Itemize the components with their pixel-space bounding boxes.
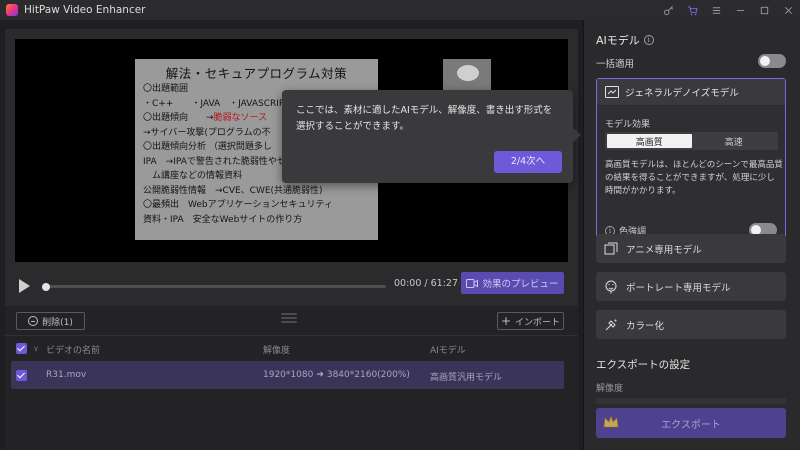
export-settings-title: エクスポートの設定 — [596, 359, 691, 371]
row-checkbox[interactable] — [16, 370, 27, 381]
play-icon[interactable] — [19, 279, 30, 293]
info-icon[interactable]: i — [643, 35, 654, 45]
list-header: ∨ ビデオの名前 解像度 AIモデル — [5, 338, 578, 360]
delete-button[interactable]: 削除(1) — [16, 312, 85, 330]
file-model: 高画質汎用モデル — [430, 373, 503, 383]
minus-circle-icon — [28, 316, 39, 326]
title-bar: HitPaw Video Enhancer — [0, 0, 800, 20]
slide-title: 解法・セキュアプログラム対策 — [165, 66, 348, 81]
crown-icon — [603, 415, 619, 428]
target-resolution: 3840*2160(200%) — [326, 370, 410, 380]
portrait-icon — [605, 280, 617, 293]
arrow-right-icon: ➜ — [316, 370, 324, 380]
plus-icon: + — [500, 314, 512, 328]
option-fast[interactable]: 高速 — [692, 134, 777, 148]
model-effect-label: モデル効果 — [605, 120, 651, 130]
close-icon[interactable] — [776, 0, 800, 20]
batch-apply-label: 一括適用 — [596, 59, 635, 70]
colorize-icon — [605, 319, 617, 330]
portrait-model-label: ポートレート専用モデル — [626, 282, 731, 294]
chevron-down-icon[interactable]: ∨ — [33, 344, 39, 353]
header-ai-model: AIモデル — [430, 346, 466, 356]
main-area: 解法・セキュアプログラム対策 〇出題範囲 ・C++ ・JAVA ・JAVASCR… — [0, 20, 583, 450]
slide-line: 公開脆弱性情報 →CVE、CWE(共通脆弱性) — [143, 185, 323, 196]
ai-model-heading: AIモデル i — [596, 32, 654, 48]
source-resolution: 1920*1080 — [263, 370, 314, 380]
export-resolution-label: 解像度 — [596, 384, 624, 394]
key-icon[interactable] — [656, 0, 680, 20]
tooltip-next-button[interactable]: 2/4次へ — [494, 151, 562, 173]
model-card-title: ジェネラルデノイズモデル — [625, 88, 739, 99]
video-camera-icon — [466, 278, 479, 288]
file-resolution: 1920*1080 ➜ 3840*2160(200%) — [263, 370, 410, 380]
menu-icon[interactable] — [704, 0, 728, 20]
effect-preview-label: 効果のプレビュー — [482, 279, 559, 290]
minimize-icon[interactable] — [728, 0, 752, 20]
app-logo — [6, 4, 18, 16]
file-list-panel: 削除(1) + インポート ∨ ビデオの名前 解像度 AIモデル R31.mov… — [5, 306, 578, 450]
header-name: ビデオの名前 — [46, 346, 101, 356]
export-button[interactable]: エクスポート — [596, 408, 786, 438]
window-controls — [656, 0, 800, 20]
export-resolution-select[interactable] — [596, 398, 786, 404]
anime-model-label: アニメ専用モデル — [626, 244, 702, 256]
slide-line-prefix: 〇出題傾向 → — [143, 113, 214, 123]
select-all-checkbox[interactable] — [16, 343, 27, 354]
time-display: 00:00 / 61:27 — [394, 278, 458, 289]
tooltip-text: ここでは、素材に適したAIモデル、解像度、書き出す形式を選択することができます。 — [296, 105, 553, 132]
effect-preview-button[interactable]: 効果のプレビュー — [461, 272, 564, 294]
colorize-model-button[interactable]: カラー化 — [596, 310, 786, 339]
export-label: エクスポート — [661, 419, 721, 431]
seek-knob[interactable] — [42, 282, 50, 291]
slide-line: 〇最頻出 Webアプリケーションセキュリティ — [143, 200, 333, 210]
drag-handle-icon[interactable] — [281, 313, 297, 327]
model-card-header[interactable]: ジェネラルデノイズモデル — [597, 79, 785, 106]
slide-line: 資料・IPA 安全なWebサイトの作り方 — [143, 214, 303, 225]
maximize-icon[interactable] — [752, 0, 776, 20]
cart-icon[interactable] — [680, 0, 704, 20]
colorize-model-label: カラー化 — [626, 320, 665, 332]
seek-bar[interactable] — [42, 285, 386, 288]
anime-model-button[interactable]: アニメ専用モデル — [596, 234, 786, 263]
app-title: HitPaw Video Enhancer — [24, 4, 146, 16]
denoise-model-icon — [605, 86, 619, 98]
portrait-model-button[interactable]: ポートレート専用モデル — [596, 272, 786, 301]
model-effect-selector: 高画質 高速 — [605, 132, 778, 150]
import-label: インポート — [515, 317, 561, 328]
header-resolution: 解像度 — [263, 346, 291, 356]
slide-line-red: 脆弱なソース — [213, 113, 268, 123]
batch-apply-toggle[interactable] — [758, 54, 786, 68]
general-denoise-model-card[interactable]: ジェネラルデノイズモデル モデル効果 高画質 高速 高画質モデルは、ほとんどのシ… — [596, 78, 786, 242]
playback-controls: 00:00 / 61:27 効果のプレビュー — [5, 265, 578, 305]
table-row[interactable]: R31.mov 1920*1080 ➜ 3840*2160(200%) 高画質汎用モ… — [11, 361, 564, 389]
import-button[interactable]: + インポート — [497, 312, 564, 330]
file-name: R31.mov — [46, 370, 87, 380]
guide-tooltip: ここでは、素材に適したAIモデル、解像度、書き出す形式を選択することができます。… — [282, 90, 581, 183]
delete-label: 削除(1) — [42, 317, 73, 328]
list-toolbar: 削除(1) + インポート — [5, 306, 578, 336]
option-high-quality[interactable]: 高画質 — [607, 134, 692, 148]
settings-sidebar: AIモデル i 一括適用 ジェネラルデノイズモデル モデル効果 高画質 高速 高… — [583, 20, 800, 450]
anime-icon — [604, 242, 618, 254]
model-description: 高画質モデルは、ほとんどのシーンで最高品質の結果を得ることができますが、処理に少… — [605, 160, 783, 196]
ai-model-title: AIモデル — [596, 34, 640, 47]
